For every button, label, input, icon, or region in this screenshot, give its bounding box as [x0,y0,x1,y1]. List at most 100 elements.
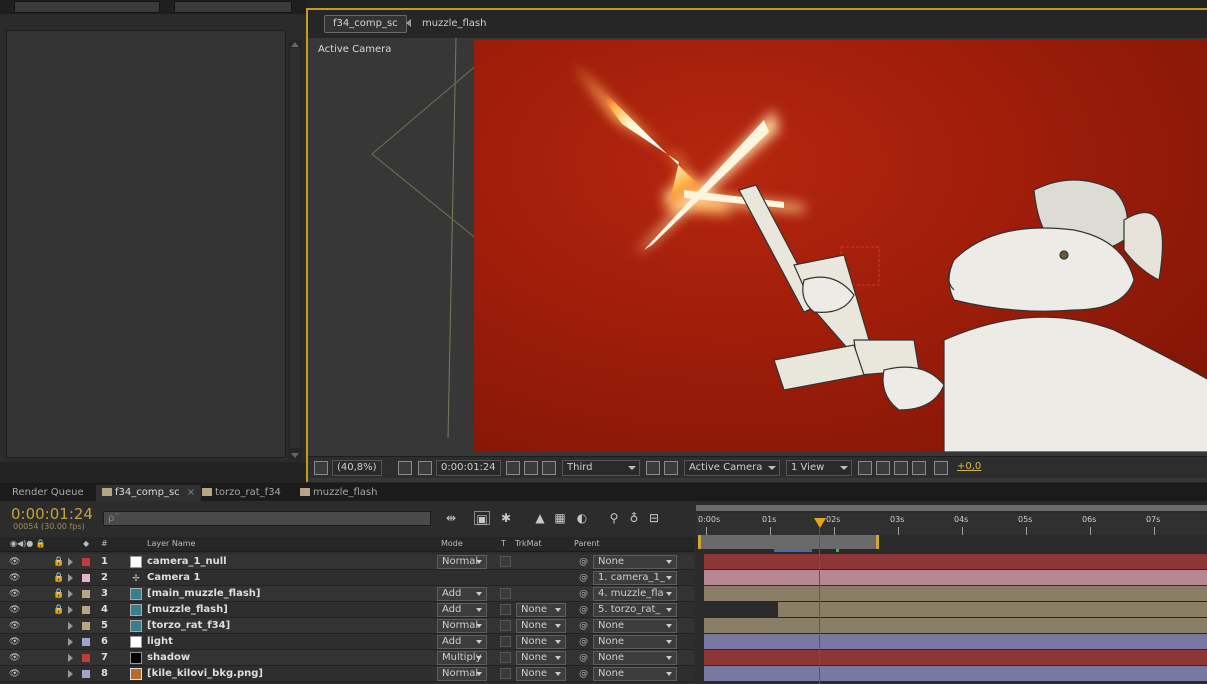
preserve-transparency-checkbox[interactable] [500,588,511,599]
track-matte-select[interactable]: None [516,651,566,665]
layer-duration-bar[interactable] [704,618,1207,633]
exposure-value[interactable]: +0,0 [957,461,981,472]
flowchart-icon[interactable] [912,461,926,475]
parent-pickwhip-icon[interactable]: @ [579,651,588,665]
label-color-swatch[interactable] [82,558,90,566]
layer-name[interactable]: Camera 1 [147,571,200,585]
project-dropdown[interactable] [174,1,292,13]
visibility-eye-icon[interactable]: 👁 [9,587,20,601]
snapshot-icon[interactable] [506,461,520,475]
comp-mini-flowchart-icon[interactable]: ⇹ [443,511,459,525]
composition-canvas[interactable] [474,40,1207,452]
label-color-swatch[interactable] [82,606,90,614]
parent-pickwhip-icon[interactable]: @ [579,635,588,649]
view-select[interactable]: Active Camera [684,460,780,476]
layer-name[interactable]: light [147,635,173,649]
preserve-transparency-checkbox[interactable] [500,620,511,631]
timeline-icon[interactable] [894,461,908,475]
tab-render-queue[interactable]: Render Queue [6,485,90,501]
parent-select[interactable]: 1. camera_1_ [593,571,677,585]
layer-row[interactable]: 👁 8 [kile_kilovi_bkg.png] Normal None @ None [0,666,694,682]
graph-editor-icon[interactable]: ⚲ [606,511,622,525]
layer-name[interactable]: [main_muzzle_flash] [147,587,260,601]
layer-name[interactable]: shadow [147,651,190,665]
twirl-down-icon[interactable] [68,654,73,662]
fast-previews-icon[interactable] [876,461,890,475]
parent-select[interactable]: None [593,651,677,665]
visibility-eye-icon[interactable]: 👁 [9,571,20,585]
frame-blending-icon[interactable]: ▦ [552,511,568,525]
visibility-eye-icon[interactable]: 👁 [9,603,20,617]
show-snapshot-icon[interactable] [524,461,538,475]
track-matte-select[interactable]: None [516,667,566,681]
preserve-transparency-checkbox[interactable] [500,636,511,647]
layer-row[interactable]: 👁 5 [torzo_rat_f34] Normal None @ None [0,618,694,634]
layer-duration-bar[interactable] [704,650,1207,665]
parent-pickwhip-icon[interactable]: @ [579,603,588,617]
layer-duration-bar[interactable] [704,634,1207,649]
motion-blur-icon[interactable]: ◐ [574,511,590,525]
twirl-down-icon[interactable] [68,638,73,646]
parent-select[interactable]: 4. muzzle_fla [593,587,677,601]
current-time-indicator-head[interactable] [814,518,826,528]
transparency-grid-icon[interactable] [664,461,678,475]
layer-row[interactable]: 👁 🔒 3 [main_muzzle_flash] Add @4. muzzle_fla [0,586,694,602]
track-matte-select[interactable]: None [516,619,566,633]
zoom-select[interactable]: (40,8%) [332,460,382,476]
parent-pickwhip-icon[interactable]: @ [579,587,588,601]
tab-f34-comp-sc[interactable]: f34_comp_sc × [96,485,202,501]
parent-select[interactable]: None [593,619,677,633]
parent-select[interactable]: None [593,635,677,649]
live-update-icon[interactable]: ▣ [474,511,490,526]
breadcrumb-arrow-icon[interactable] [406,19,411,27]
twirl-down-icon[interactable] [68,622,73,630]
layer-row[interactable]: 👁 🔒 1 camera_1_null Normal @ None [0,554,694,570]
lock-icon[interactable]: 🔒 [53,603,64,617]
scroll-down-icon[interactable] [291,453,299,458]
preserve-transparency-checkbox[interactable] [500,652,511,663]
current-time-display[interactable]: 0:00:01:24 [11,505,93,523]
breadcrumb-muzzle-flash[interactable]: muzzle_flash [422,18,486,29]
current-time-field[interactable]: 0:00:01:24 [436,460,501,476]
parent-pickwhip-icon[interactable]: @ [579,555,588,569]
label-color-swatch[interactable] [82,622,90,630]
tab-muzzle-flash[interactable]: muzzle_flash [294,485,383,501]
toggle-pixel-aspect-icon[interactable] [858,461,872,475]
blend-mode-select[interactable]: Add [437,587,487,601]
label-color-swatch[interactable] [82,590,90,598]
hide-shy-layers-icon[interactable]: ▲ [532,511,548,525]
parent-pickwhip-icon[interactable]: @ [579,667,588,681]
visibility-eye-icon[interactable]: 👁 [9,635,20,649]
visibility-eye-icon[interactable]: 👁 [9,667,20,681]
view-layout-select[interactable]: 1 View [786,460,852,476]
layer-duration-bar[interactable] [704,554,1207,569]
visibility-eye-icon[interactable]: 👁 [9,619,20,633]
label-color-swatch[interactable] [82,574,90,582]
mask-visibility-icon[interactable] [418,461,432,475]
track-matte-select[interactable]: None [516,603,566,617]
lock-icon[interactable]: 🔒 [53,571,64,585]
blend-mode-select[interactable]: Add [437,635,487,649]
current-time-indicator[interactable] [819,527,820,684]
exposure-icon[interactable] [934,461,948,475]
time-navigator[interactable] [696,505,1207,511]
layer-duration-bar[interactable] [704,586,1207,601]
twirl-down-icon[interactable] [68,606,73,614]
blend-mode-select[interactable]: Add [437,603,487,617]
preserve-transparency-checkbox[interactable] [500,556,511,567]
label-color-swatch[interactable] [82,654,90,662]
layer-row[interactable]: 👁 🔒 2 ✢ Camera 1 @1. camera_1_ [0,570,694,586]
channel-icon[interactable] [542,461,556,475]
scroll-thumb[interactable] [290,48,300,448]
layer-duration-bar[interactable] [704,666,1207,681]
twirl-down-icon[interactable] [68,574,73,582]
blend-mode-select[interactable]: Multiply [437,651,487,665]
twirl-down-icon[interactable] [68,590,73,598]
project-item-list[interactable] [6,30,286,458]
parent-select[interactable]: None [593,667,677,681]
layer-name[interactable]: [muzzle_flash] [147,603,228,617]
auto-keyframe-icon[interactable]: ⊟ [646,511,662,525]
parent-select[interactable]: 5. torzo_rat_ [593,603,677,617]
project-scrollbar[interactable] [288,40,302,460]
tab-torzo-rat-f34[interactable]: torzo_rat_f34 [196,485,287,501]
